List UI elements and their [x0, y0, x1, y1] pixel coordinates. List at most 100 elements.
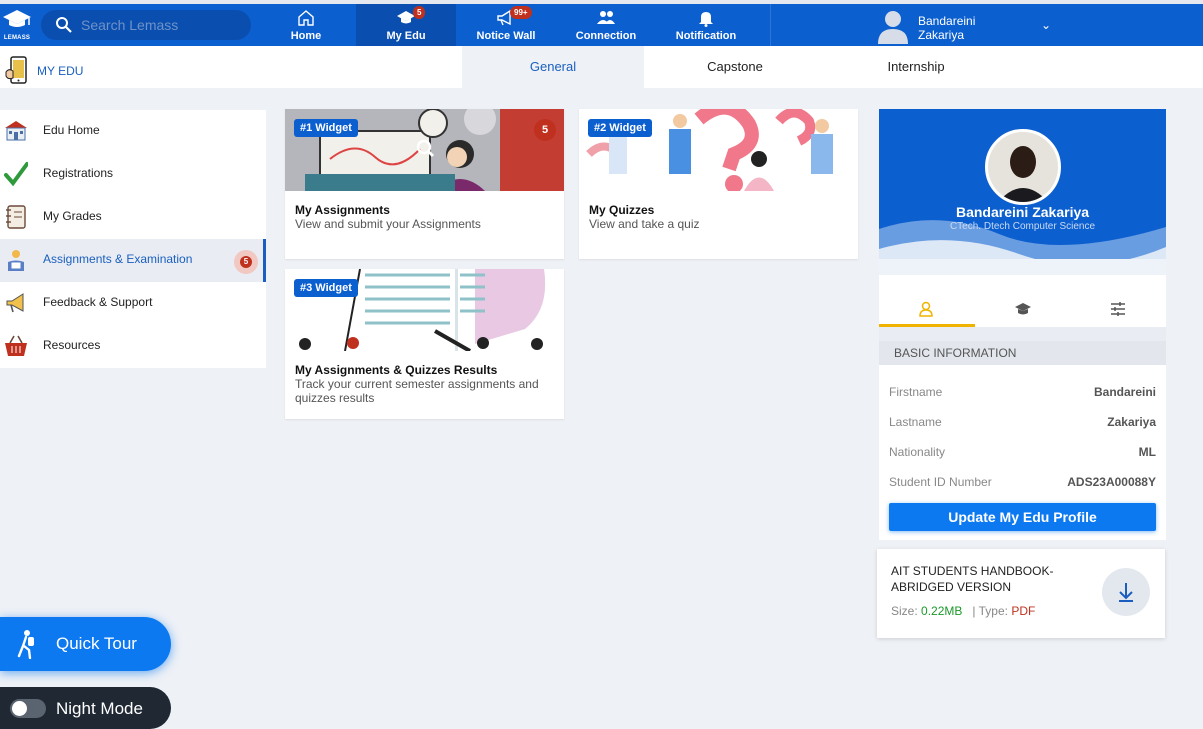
search-placeholder: Search Lemass	[81, 17, 179, 33]
search-icon	[56, 17, 72, 33]
profile-header: Bandareini Zakariya CTech. Dtech Compute…	[879, 109, 1166, 275]
widget-description: View and take a quiz	[589, 217, 700, 231]
quick-tour-button[interactable]: Quick Tour	[0, 617, 171, 671]
nav-connection[interactable]: Connection	[556, 4, 656, 46]
download-button[interactable]	[1102, 568, 1150, 616]
update-profile-button[interactable]: Update My Edu Profile	[889, 503, 1156, 531]
my-edu-label: MY EDU	[37, 64, 84, 78]
sidebar-item-label: My Grades	[43, 209, 102, 223]
user-last-name: Zakariya	[918, 28, 965, 42]
widget-tag: #2 Widget	[588, 119, 652, 137]
night-mode-label: Night Mode	[56, 699, 143, 718]
sidebar-item-label: Resources	[43, 338, 101, 352]
sidebar-item-label: Feedback & Support	[43, 295, 153, 309]
sidebar-item-my-grades[interactable]: My Grades	[0, 196, 266, 239]
sliders-icon	[1111, 302, 1125, 316]
tab-profile-settings[interactable]	[1071, 275, 1167, 327]
sidebar-item-label: Assignments & Examination	[43, 252, 193, 266]
search-input[interactable]: Search Lemass	[41, 10, 251, 40]
reading-student-icon	[8, 250, 24, 271]
profile-program: CTech. Dtech Computer Science	[949, 221, 1096, 232]
widget-title: My Assignments	[295, 203, 390, 217]
nav-my-edu[interactable]: 5 My Edu	[356, 4, 456, 46]
profile-name: Bandareini Zakariya	[955, 204, 1090, 220]
checkmark-icon	[4, 162, 28, 187]
profile-avatar[interactable]	[985, 129, 1061, 205]
chevron-down-icon[interactable]: ⌄	[1041, 18, 1051, 32]
hiker-icon	[17, 630, 34, 659]
nav-my-edu-label: My Edu	[386, 30, 426, 42]
tab-general[interactable]: General	[462, 46, 644, 88]
nav-divider	[770, 4, 771, 46]
info-row-student-id: Student ID Number ADS23A00088Y	[889, 475, 1156, 505]
graduation-cap-icon	[1015, 303, 1031, 315]
sidebar-item-registrations[interactable]: Registrations	[0, 153, 266, 196]
assignments-badge: 5	[234, 250, 258, 274]
info-value: Bandareini	[1093, 385, 1156, 399]
sidebar-item-assignments-examination[interactable]: Assignments & Examination 5	[0, 239, 266, 282]
handbook-title: AIT STUDENTS HANDBOOK-ABRIDGED VERSION	[891, 564, 1054, 594]
notebook-icon	[6, 205, 26, 229]
person-icon	[919, 301, 933, 317]
megaphone-icon	[6, 293, 24, 313]
home-icon	[298, 10, 314, 26]
widget-title: My Quizzes	[589, 203, 655, 217]
nav-notice-wall[interactable]: 99+ Notice Wall	[456, 4, 556, 46]
student-phone-icon	[5, 56, 27, 84]
nav-home[interactable]: Home	[256, 4, 356, 46]
sidebar-item-edu-home[interactable]: Edu Home	[0, 110, 266, 153]
info-value: ML	[1138, 445, 1156, 459]
info-value: ADS23A00088Y	[1067, 475, 1156, 489]
assignments-badge-count: 5	[240, 256, 252, 268]
info-value: Zakariya	[1107, 415, 1156, 429]
tab-profile-personal[interactable]	[879, 275, 975, 327]
night-mode-switch[interactable]	[10, 699, 46, 718]
profile-card: Bandareini Zakariya CTech. Dtech Compute…	[879, 109, 1166, 540]
quick-tour-label: Quick Tour	[56, 634, 137, 653]
basket-icon	[5, 335, 27, 356]
widget-description: Track your current semester assignments …	[295, 377, 539, 405]
sidebar-item-feedback-support[interactable]: Feedback & Support	[0, 282, 266, 325]
logo-text: LEMASS	[3, 35, 31, 41]
nav-notification[interactable]: Notification	[656, 4, 756, 46]
user-name: Bandareini Zakariya	[918, 14, 1018, 42]
widget-tag: #1 Widget	[294, 119, 358, 137]
night-mode-toggle[interactable]: Night Mode	[0, 687, 171, 729]
handbook-download-card: AIT STUDENTS HANDBOOK-ABRIDGED VERSION S…	[877, 549, 1165, 638]
sidebar: Edu Home Registrations My Grades Assignm…	[0, 110, 266, 368]
widget-my-quizzes[interactable]: #2 Widget My Quizzes View and take a qui…	[579, 109, 858, 259]
bell-icon	[699, 12, 713, 27]
widget-title: My Assignments & Quizzes Results	[295, 363, 498, 377]
nav-notification-label: Notification	[675, 30, 737, 42]
tab-profile-education[interactable]	[975, 275, 1071, 327]
nav-connection-label: Connection	[575, 30, 637, 42]
user-first-name: Bandareini	[918, 14, 976, 28]
tab-capstone[interactable]: Capstone	[644, 46, 826, 88]
handbook-size-label: Size:	[891, 604, 918, 618]
graduation-cap-logo-icon	[3, 10, 31, 27]
sidebar-item-label: Registrations	[43, 166, 114, 180]
my-edu-badge: 5	[413, 6, 426, 19]
sub-navigation-bar: MY EDU General Capstone Internship	[0, 46, 1203, 88]
info-row-nationality: Nationality ML	[889, 445, 1156, 475]
download-icon	[1119, 583, 1133, 602]
handbook-size: 0.22MB	[921, 604, 963, 618]
tab-internship[interactable]: Internship	[825, 46, 1007, 88]
top-navigation-bar: LEMASS Search Lemass Home 5 My Edu 99+ N…	[0, 0, 1203, 46]
widget-my-assignments[interactable]: #1 Widget 5 My Assignments View and subm…	[285, 109, 564, 259]
widget-description: View and submit your Assignments	[295, 217, 481, 231]
sidebar-item-label: Edu Home	[43, 123, 100, 137]
widget-assignments-quizzes-results[interactable]: #3 Widget My Assignments & Quizzes Resul…	[285, 269, 564, 419]
profile-tabs	[879, 275, 1166, 327]
widget-tag: #3 Widget	[294, 279, 358, 297]
people-icon	[597, 11, 615, 24]
notice-wall-badge: 99+	[510, 6, 532, 19]
handbook-meta: Size: 0.22MB | Type: PDF	[891, 604, 1035, 618]
widget-badge: 5	[534, 119, 556, 141]
sidebar-item-resources[interactable]: Resources	[0, 325, 266, 368]
nav-home-label: Home	[290, 30, 322, 42]
info-label: Student ID Number	[889, 475, 992, 489]
info-label: Nationality	[889, 445, 946, 459]
lemass-logo[interactable]: LEMASS	[2, 8, 32, 44]
school-icon	[5, 121, 27, 141]
